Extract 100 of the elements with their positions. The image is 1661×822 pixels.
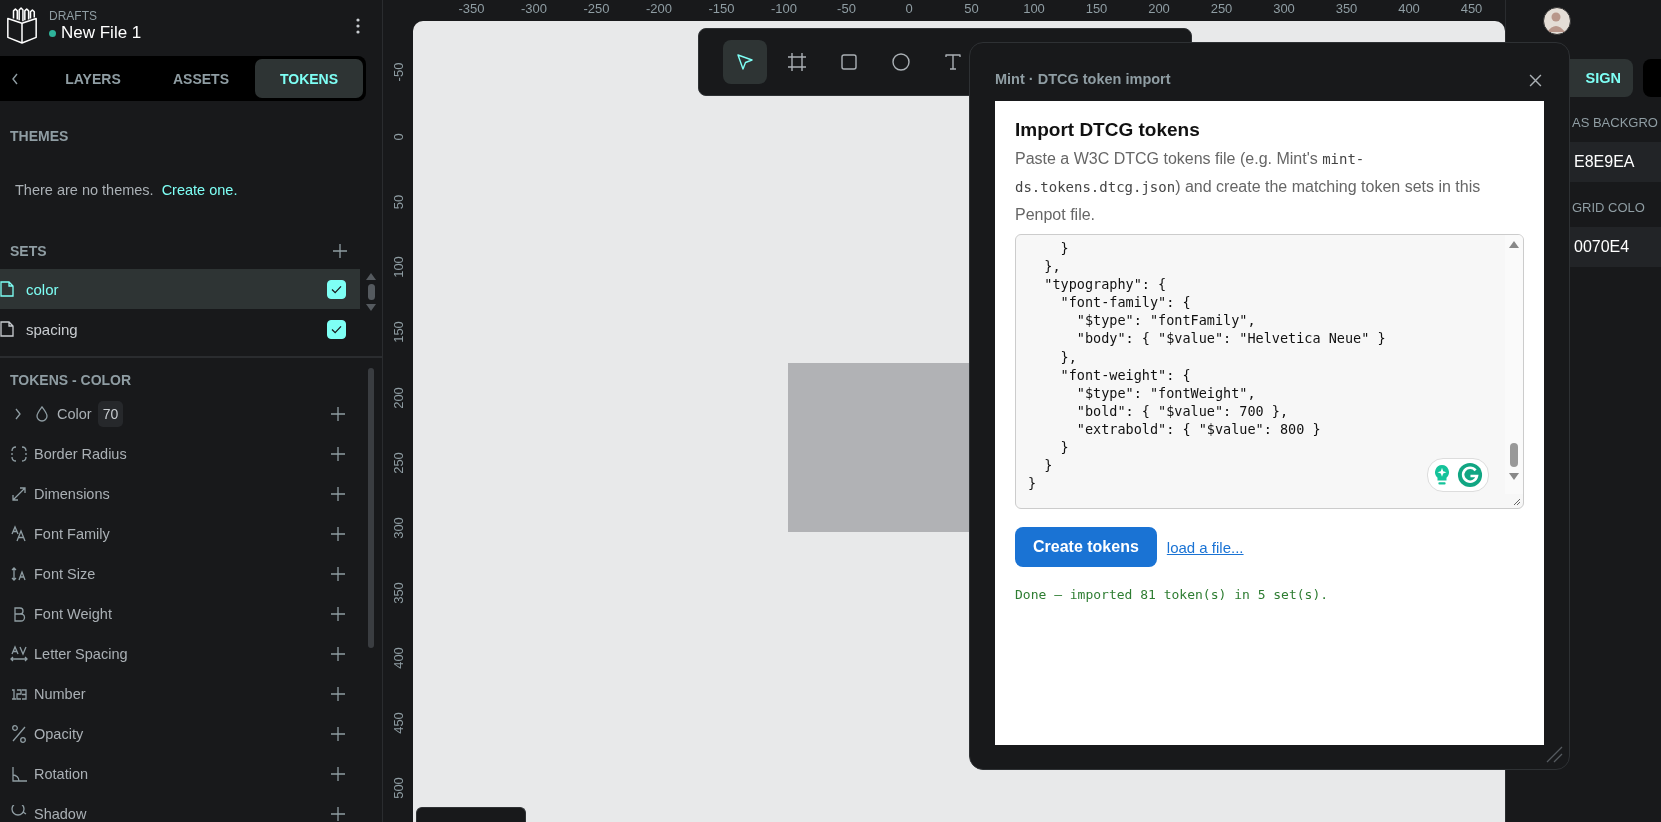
token-group-label[interactable]: Font Size bbox=[34, 566, 96, 582]
add-icon[interactable] bbox=[331, 607, 345, 621]
add-icon[interactable] bbox=[331, 767, 345, 781]
token-set-row[interactable]: spacing bbox=[0, 309, 360, 343]
user-avatar[interactable] bbox=[1543, 7, 1571, 35]
token-group-label[interactable]: Font Weight bbox=[34, 606, 112, 622]
ruler-label: -50 bbox=[390, 62, 406, 82]
ruler-label: 200 bbox=[390, 386, 406, 409]
token-group-label[interactable]: Color bbox=[57, 406, 92, 422]
ruler-label: -250 bbox=[583, 1, 610, 16]
set-name: color bbox=[26, 280, 60, 298]
board-icon bbox=[787, 52, 807, 72]
ruler-label: -200 bbox=[646, 1, 672, 16]
circle-icon bbox=[891, 52, 911, 72]
file-icon bbox=[0, 321, 14, 337]
ruler-label: 300 bbox=[1273, 1, 1295, 16]
token-group-label[interactable]: Rotation bbox=[34, 766, 88, 782]
drop-icon bbox=[33, 405, 51, 423]
dialog-heading: Import DTCG tokens bbox=[1015, 119, 1201, 141]
property-label: AS BACKGRO bbox=[1571, 115, 1659, 130]
create-theme-link[interactable]: Create one. bbox=[161, 182, 238, 198]
panel-tab[interactable]: LAYERS bbox=[39, 59, 147, 98]
ruler-label: 100 bbox=[390, 256, 406, 279]
ruler-label: 400 bbox=[390, 647, 406, 669]
add-icon[interactable] bbox=[331, 687, 345, 701]
add-icon[interactable] bbox=[331, 447, 345, 461]
section-title: TOKENS - COLOR bbox=[9, 372, 133, 388]
file-name[interactable]: New File 1 bbox=[61, 23, 142, 43]
token-group-label[interactable]: Dimensions bbox=[34, 486, 110, 502]
angle-icon bbox=[10, 765, 28, 783]
set-checkbox[interactable] bbox=[327, 279, 346, 299]
pointer-tool[interactable] bbox=[723, 40, 767, 84]
token-group-label[interactable]: Opacity bbox=[34, 726, 84, 742]
property-label: GRID COLO bbox=[1571, 200, 1646, 215]
load-file-link[interactable]: load a file... bbox=[1166, 538, 1244, 556]
ruler-label: -300 bbox=[521, 1, 547, 16]
panel-tab[interactable]: ASSETS bbox=[147, 59, 255, 98]
diagonal-arrow-icon bbox=[10, 485, 28, 503]
add-icon[interactable] bbox=[331, 807, 345, 821]
scrollbar[interactable] bbox=[368, 368, 374, 648]
add-icon[interactable] bbox=[331, 407, 345, 421]
checkmark-icon bbox=[331, 284, 342, 294]
ruler-label: 350 bbox=[1335, 1, 1358, 16]
token-group-label[interactable]: Letter Spacing bbox=[34, 646, 128, 662]
add-icon[interactable] bbox=[331, 647, 345, 661]
set-checkbox[interactable] bbox=[327, 319, 346, 339]
ruler-label: 50 bbox=[964, 1, 979, 16]
token-group-label[interactable]: Border Radius bbox=[34, 446, 127, 462]
add-icon[interactable] bbox=[331, 727, 345, 741]
token-count: 70 bbox=[97, 401, 124, 427]
add-icon[interactable] bbox=[333, 244, 347, 258]
ruler-label: 100 bbox=[1023, 1, 1045, 16]
letter-spacing-icon bbox=[10, 645, 28, 663]
ruler-label: -100 bbox=[771, 1, 797, 16]
text-height-icon bbox=[10, 565, 28, 583]
dialog-description: Paste a W3C DTCG tokens file (e.g. Mint's mint-ds.tokens.dtcg.json) and create the matching token sets in this Penpot file. bbox=[1015, 149, 1482, 225]
ruler-label: 250 bbox=[390, 451, 406, 474]
resize-grip-icon[interactable] bbox=[1511, 496, 1521, 506]
set-name: spacing bbox=[26, 320, 79, 338]
letters-icon bbox=[10, 525, 28, 543]
percent-icon bbox=[10, 725, 28, 743]
app-logo-icon bbox=[5, 7, 39, 45]
ruler-label: 0 bbox=[905, 1, 913, 16]
ruler-label: 150 bbox=[1085, 1, 1108, 16]
token-group-label[interactable]: Shadow bbox=[34, 806, 87, 822]
ruler-label: -50 bbox=[837, 1, 856, 16]
ruler-label: 150 bbox=[390, 321, 406, 344]
ruler-label: 400 bbox=[1398, 1, 1420, 16]
square-icon bbox=[839, 52, 859, 72]
token-group-label[interactable]: Font Family bbox=[34, 526, 110, 542]
section-title: THEMES bbox=[9, 128, 70, 144]
token-group-label[interactable]: Number bbox=[34, 686, 86, 702]
ruler-label: 50 bbox=[390, 194, 406, 210]
saved-status-dot bbox=[49, 29, 56, 37]
dialog-title: Mint · DTCG token import bbox=[995, 71, 1171, 87]
ruler-label: 300 bbox=[390, 516, 406, 539]
section-title: SETS bbox=[10, 243, 47, 259]
ruler-label: 350 bbox=[390, 581, 406, 604]
more-options-icon[interactable] bbox=[356, 18, 360, 34]
ruler-label: 250 bbox=[1210, 1, 1233, 16]
empty-themes-text: There are no themes. bbox=[15, 182, 154, 198]
ruler-label: 450 bbox=[1460, 1, 1483, 16]
ruler-label: 450 bbox=[390, 712, 406, 734]
token-set-row[interactable]: color bbox=[0, 269, 360, 309]
text-icon bbox=[943, 52, 963, 72]
panel-tab[interactable]: TOKENS bbox=[255, 59, 363, 98]
grammar-assistant-badge[interactable] bbox=[1427, 458, 1489, 492]
add-icon[interactable] bbox=[331, 487, 345, 501]
checkmark-icon bbox=[331, 324, 342, 334]
ruler-label: 0 bbox=[390, 133, 406, 141]
chevron-right-icon[interactable] bbox=[14, 408, 22, 420]
ruler-label: 200 bbox=[1148, 1, 1170, 16]
close-icon[interactable] bbox=[1529, 74, 1542, 87]
add-icon[interactable] bbox=[331, 567, 345, 581]
add-icon[interactable] bbox=[331, 527, 345, 541]
project-name: DRAFTS bbox=[49, 9, 98, 23]
json-input-field[interactable]: } }, "typography": { "font-family": { "$type": "fontFamily", "body": { "$value": "Helvetica Neue" } }, "font-weight": { "$type": "fontWeight", "bold": { "$value": 700 }, "extrabold": { "$value": 800 } } } } bbox=[1015, 234, 1524, 509]
ruler-label: -350 bbox=[458, 1, 485, 16]
chevron-left-icon[interactable] bbox=[11, 72, 19, 85]
create-tokens-button[interactable]: Create tokens bbox=[1015, 527, 1157, 567]
